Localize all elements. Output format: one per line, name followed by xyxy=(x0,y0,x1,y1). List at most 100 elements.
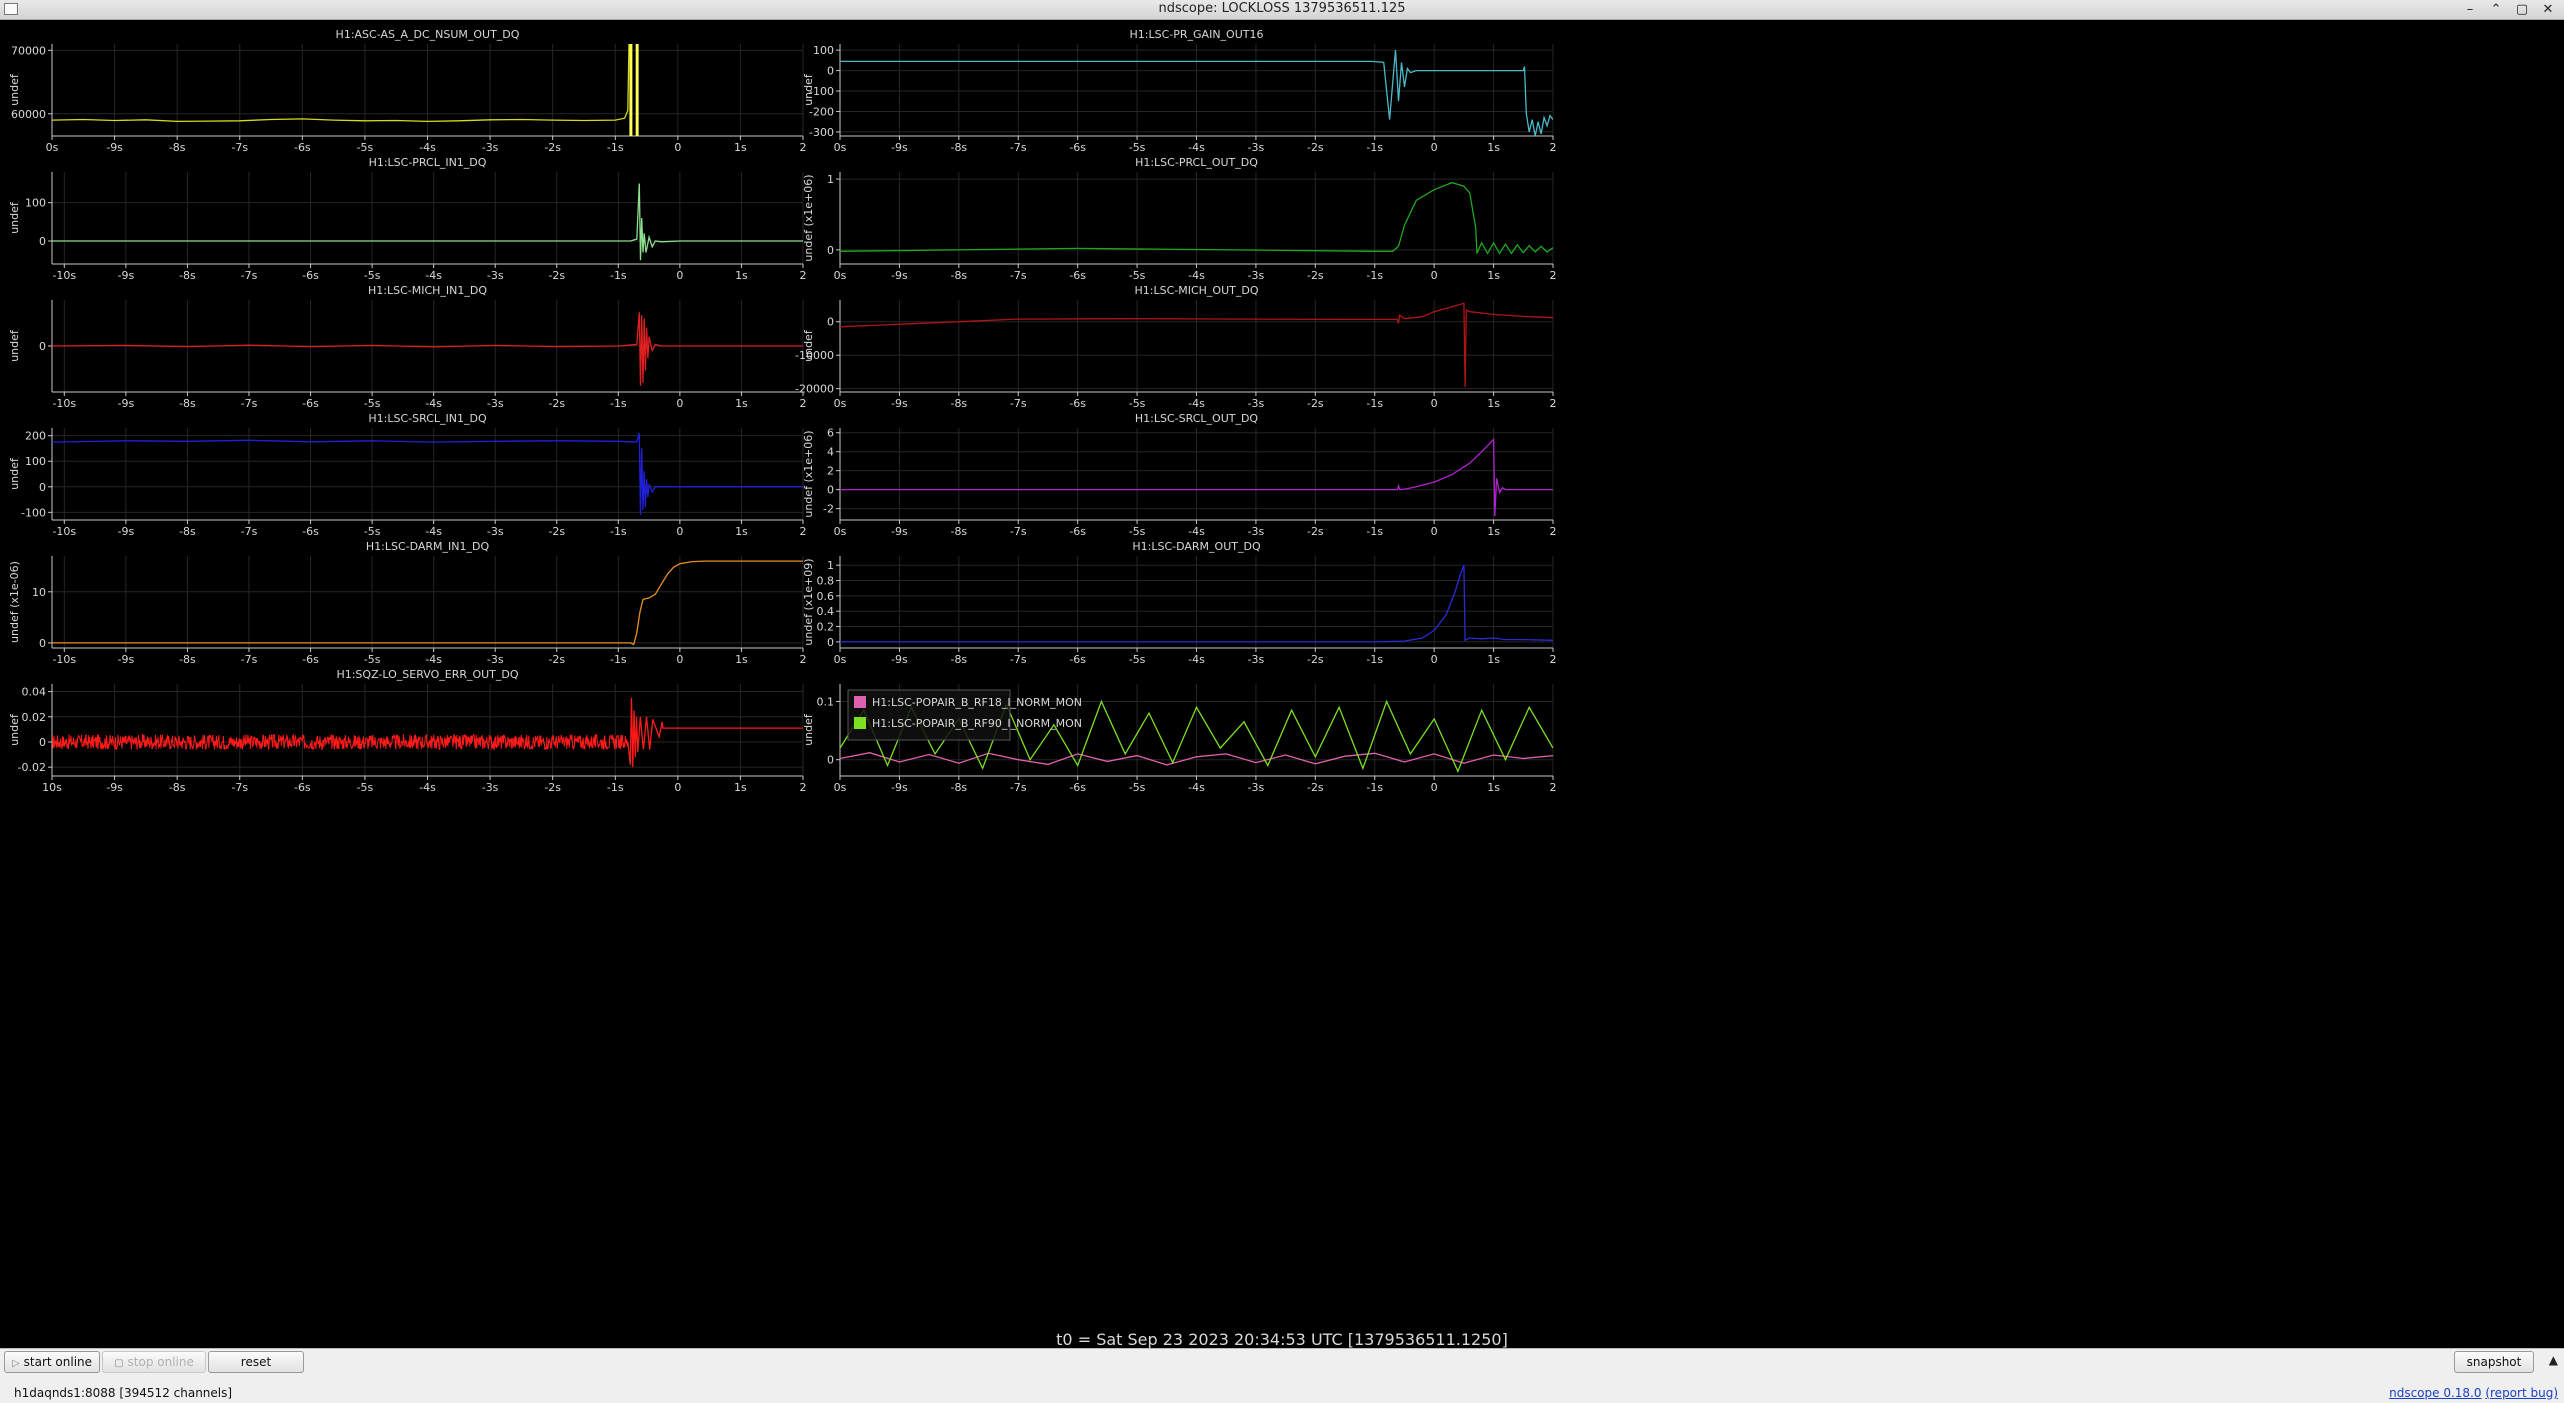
window-title-bar: ndscope: LOCKLOSS 1379536511.125 – ⌃ ▢ ✕ xyxy=(0,0,2564,20)
x-tick-label: 2 xyxy=(1550,653,1557,666)
y-tick-label: 0 xyxy=(827,484,834,497)
y-tick-label: 0.04 xyxy=(22,686,47,699)
chart-title: H1:ASC-AS_A_DC_NSUM_OUT_DQ xyxy=(336,28,520,41)
y-tick-label: 1 xyxy=(827,559,834,572)
x-tick-label: -4s xyxy=(1188,397,1205,410)
x-tick-label: -1s xyxy=(1366,525,1383,538)
x-tick-label: 0 xyxy=(1431,781,1438,794)
x-tick-label: -4s xyxy=(1188,653,1205,666)
y-axis-label: undef xyxy=(802,329,815,362)
x-tick-label: -8s xyxy=(950,269,967,282)
x-tick-label: 0 xyxy=(1431,269,1438,282)
x-tick-label: -6s xyxy=(1069,141,1086,154)
y-axis-label: undef xyxy=(802,713,815,746)
x-tick-label: -8s xyxy=(950,653,967,666)
y-tick-label: 0 xyxy=(827,244,834,257)
y-tick-label: 10 xyxy=(32,586,46,599)
x-tick-label: -6s xyxy=(1069,781,1086,794)
x-tick-label: -6s xyxy=(1069,269,1086,282)
x-tick-label: -3s xyxy=(482,141,499,154)
x-tick-label: -1s xyxy=(1366,397,1383,410)
x-tick-label: 0 xyxy=(1431,397,1438,410)
maximize-icon[interactable]: ▢ xyxy=(2512,0,2532,20)
x-tick-label: 2 xyxy=(800,269,807,282)
y-tick-label: 100 xyxy=(813,44,834,57)
chart-title: H1:LSC-PR_GAIN_OUT16 xyxy=(1130,28,1264,41)
x-tick-label: 0 xyxy=(676,269,683,282)
stop-online-button: ▢ stop online xyxy=(102,1351,206,1373)
x-tick-label: 0 xyxy=(676,525,683,538)
x-tick-label: -1s xyxy=(610,653,627,666)
series-line xyxy=(52,312,803,386)
y-tick-label: 0 xyxy=(39,340,46,353)
version-link[interactable]: ndscope 0.18.0 xyxy=(2389,1386,2481,1400)
plots-canvas[interactable]: H1:ASC-AS_A_DC_NSUM_OUT_DQ 0s -9s -8s -7s -6s… xyxy=(0,20,2564,1320)
x-tick-label: -2s xyxy=(1307,525,1324,538)
x-tick-label: -1s xyxy=(1366,781,1383,794)
x-tick-label: 0 xyxy=(676,653,683,666)
snapshot-button[interactable]: snapshot xyxy=(2454,1351,2534,1373)
version-info: ndscope 0.18.0 (report bug) xyxy=(2389,1386,2558,1400)
x-tick-label: -3s xyxy=(1248,397,1265,410)
reset-button[interactable]: reset xyxy=(208,1351,304,1373)
x-tick-label: -8s xyxy=(179,269,196,282)
x-tick-label: -6s xyxy=(1069,653,1086,666)
x-tick-label: -7s xyxy=(241,269,258,282)
y-tick-label: 0 xyxy=(39,736,46,749)
chart-title: H1:LSC-SRCL_IN1_DQ xyxy=(368,412,487,425)
x-tick-label: -8s xyxy=(950,781,967,794)
chart-11: H1:SQZ-LO_SERVO_ERR_OUT_DQ 10s -9s -8s -7s -6… xyxy=(8,668,807,794)
x-tick-label: -7s xyxy=(231,781,248,794)
y-axis-label: undef (x1e+09) xyxy=(802,558,815,645)
x-tick-label: 2 xyxy=(800,653,807,666)
y-tick-label: 0 xyxy=(39,637,46,650)
chevron-up-icon[interactable]: ▲ xyxy=(2549,1353,2558,1367)
x-tick-label: -2s xyxy=(544,781,561,794)
x-tick-label: -6s xyxy=(1069,397,1086,410)
x-tick-label: -2s xyxy=(544,141,561,154)
start-online-button[interactable]: ▷ start online xyxy=(4,1351,100,1373)
close-icon[interactable]: ✕ xyxy=(2538,0,2558,20)
x-tick-label: -6s xyxy=(1069,525,1086,538)
x-tick-label: -1s xyxy=(610,525,627,538)
y-tick-label: 0 xyxy=(827,636,834,649)
x-tick-label: -1s xyxy=(1366,141,1383,154)
x-tick-label: 1s xyxy=(1487,397,1500,410)
x-tick-label: 2 xyxy=(1550,269,1557,282)
x-tick-label: -10s xyxy=(52,397,76,410)
x-tick-label: -9s xyxy=(118,653,135,666)
stop-online-label: stop online xyxy=(127,1355,194,1369)
x-tick-label: -10s xyxy=(52,653,76,666)
y-tick-label: 0.2 xyxy=(817,621,835,634)
snapshot-label: snapshot xyxy=(2466,1355,2522,1369)
x-tick-label: -9s xyxy=(891,653,908,666)
x-tick-label: -6s xyxy=(302,653,319,666)
x-tick-label: -9s xyxy=(106,141,123,154)
x-tick-label: -3s xyxy=(1248,141,1265,154)
x-tick-label: -2s xyxy=(548,397,565,410)
x-tick-label: 1s xyxy=(1487,781,1500,794)
shade-icon[interactable]: ⌃ xyxy=(2486,0,2506,20)
x-tick-label: -8s xyxy=(950,141,967,154)
x-tick-label: -3s xyxy=(1248,269,1265,282)
x-tick-label: -10s xyxy=(52,525,76,538)
report-bug-link[interactable]: (report bug) xyxy=(2485,1386,2558,1400)
x-tick-label: -9s xyxy=(118,397,135,410)
y-tick-label: 100 xyxy=(25,455,46,468)
x-tick-label: -8s xyxy=(179,525,196,538)
chart-title: H1:LSC-PRCL_OUT_DQ xyxy=(1135,156,1258,169)
x-tick-label: 0 xyxy=(676,397,683,410)
x-tick-label: -7s xyxy=(1010,397,1027,410)
plot-area[interactable]: H1:ASC-AS_A_DC_NSUM_OUT_DQ 0s -9s -8s -7s -6s… xyxy=(0,20,2564,1349)
x-tick-label: 1s xyxy=(1487,269,1500,282)
y-tick-label: 0 xyxy=(827,316,834,329)
y-tick-label: 60000 xyxy=(11,108,46,121)
x-tick-label: 1s xyxy=(735,653,748,666)
x-tick-label: 2 xyxy=(1550,141,1557,154)
minimize-icon[interactable]: – xyxy=(2460,0,2480,20)
y-tick-label: -100 xyxy=(21,506,46,519)
x-tick-label: -3s xyxy=(1248,653,1265,666)
chart-8: H1:LSC-SRCL_OUT_DQ 0s -9s -8s -7s -6s -5s -4s -3… xyxy=(802,412,1557,538)
x-tick-label: -4s xyxy=(1188,141,1205,154)
chart-1: H1:ASC-AS_A_DC_NSUM_OUT_DQ 0s -9s -8s -7s -6s… xyxy=(8,28,807,154)
